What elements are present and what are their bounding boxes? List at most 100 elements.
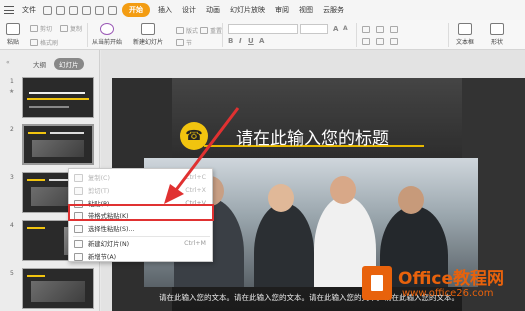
- thumb-title-line: [50, 132, 84, 134]
- format-painter-button[interactable]: 格式刷: [30, 38, 58, 47]
- slide-thumbnail[interactable]: [22, 77, 94, 118]
- thumb-line: [29, 106, 69, 108]
- ribbon-divider: [87, 23, 88, 47]
- slide-thumbnail[interactable]: [22, 268, 94, 309]
- textbox-label: 文本框: [456, 39, 475, 46]
- tab-view[interactable]: 视图: [294, 5, 318, 15]
- number-list-icon: [376, 26, 384, 33]
- new-slide-label: 新建幻灯片: [133, 39, 164, 46]
- tab-outline[interactable]: 大纲: [28, 58, 51, 70]
- new-slide-button[interactable]: 新建幻灯片: [133, 23, 163, 46]
- watermark-url: www.office26.com: [402, 288, 494, 299]
- bold-icon[interactable]: B: [228, 37, 233, 45]
- font-color-icon[interactable]: A: [259, 37, 264, 45]
- slide-number: 4: [10, 222, 14, 229]
- preview-icon[interactable]: [82, 5, 91, 15]
- office-logo-icon: [362, 266, 392, 300]
- copy-icon: [74, 173, 83, 182]
- menu-item-cut[interactable]: 剪切(T) Ctrl+X: [69, 184, 214, 197]
- menu-item-new-slide[interactable]: 新建幻灯片(N) Ctrl+M: [69, 237, 214, 250]
- paste-button[interactable]: 粘贴: [6, 23, 20, 46]
- new-section-icon: [74, 252, 83, 261]
- paste-special-icon: [74, 224, 83, 233]
- copy-icon: [60, 25, 68, 32]
- undo-icon[interactable]: [95, 5, 104, 15]
- person-head: [398, 186, 424, 214]
- print-icon[interactable]: [69, 5, 78, 15]
- menu-icon[interactable]: [4, 6, 14, 14]
- font-name-dropdown[interactable]: [228, 24, 298, 34]
- paste-icon: [6, 23, 20, 35]
- menu-item-copy[interactable]: 复制(C) Ctrl+C: [69, 171, 214, 184]
- indent-icon: [390, 26, 398, 33]
- play-from-current-button[interactable]: 从当前开始: [92, 23, 122, 46]
- slide-number: 1: [10, 78, 14, 85]
- textbox-icon: [458, 23, 472, 35]
- tab-slides[interactable]: 幻灯片: [54, 58, 84, 70]
- reset-button[interactable]: 重置: [200, 26, 222, 35]
- align-center-button[interactable]: [376, 38, 386, 45]
- indent-button[interactable]: [390, 26, 400, 33]
- shape-label: 形状: [490, 39, 503, 46]
- bullet-list-button[interactable]: [362, 26, 372, 33]
- thumb-accent: [27, 227, 45, 229]
- tab-review[interactable]: 审阅: [270, 5, 294, 15]
- font-size-dropdown[interactable]: [300, 24, 328, 34]
- menu-item-paste-special[interactable]: 选择性粘贴(S)...: [69, 222, 214, 235]
- decrease-font-icon[interactable]: A: [343, 25, 348, 32]
- tab-slideshow[interactable]: 幻灯片放映: [225, 5, 270, 15]
- save-icon[interactable]: [56, 5, 65, 15]
- number-list-button[interactable]: [376, 26, 386, 33]
- slide-number: 5: [10, 270, 14, 277]
- menu-bar: 文件 开始 插入 设计 动画 幻灯片放映 审阅 视图 云服务: [0, 0, 525, 20]
- align-left-button[interactable]: [362, 38, 372, 45]
- slide-number: 3: [10, 174, 14, 181]
- copy-button[interactable]: 复制: [60, 24, 82, 33]
- menu-item-shortcut: Ctrl+M: [184, 240, 206, 247]
- file-menu[interactable]: 文件: [17, 5, 41, 15]
- copy-label: 复制: [70, 26, 83, 33]
- section-button[interactable]: 节: [176, 38, 192, 47]
- new-slide-icon: [74, 239, 83, 248]
- person-head: [268, 184, 294, 212]
- underline-icon[interactable]: U: [248, 37, 254, 45]
- italic-icon[interactable]: I: [239, 37, 242, 45]
- ribbon-divider: [356, 23, 357, 47]
- cut-button[interactable]: 剪切: [30, 24, 52, 33]
- thumb-photo: [32, 140, 84, 157]
- align-right-icon: [390, 38, 398, 45]
- menu-item-label: 复制(C): [88, 175, 110, 182]
- watermark: Office教程网 www.office26.com: [362, 262, 522, 308]
- tab-home[interactable]: 开始: [122, 3, 150, 17]
- slide-thumbnail[interactable]: [22, 124, 94, 165]
- menu-item-label: 新增节(A): [88, 254, 117, 261]
- folder-icon[interactable]: [43, 5, 52, 15]
- new-slide-icon: [141, 23, 155, 35]
- watermark-title: Office教程网: [398, 269, 505, 289]
- textbox-button[interactable]: 文本框: [456, 23, 474, 46]
- thumb-accent: [27, 98, 89, 100]
- layout-button[interactable]: 版式: [176, 26, 198, 35]
- panel-tabs: 大纲 幻灯片: [28, 58, 87, 70]
- tab-animation[interactable]: 动画: [201, 5, 225, 15]
- menu-item-label: 选择性粘贴(S)...: [88, 226, 135, 233]
- menu-item-new-section[interactable]: 新增节(A): [69, 250, 214, 263]
- paste-label: 粘贴: [6, 39, 19, 46]
- collapse-panel-icon[interactable]: «: [6, 59, 10, 66]
- align-right-button[interactable]: [390, 38, 400, 45]
- tab-cloud[interactable]: 云服务: [318, 5, 349, 15]
- slide-title[interactable]: 请在此输入您的标题: [236, 124, 389, 149]
- bullet-list-icon: [362, 26, 370, 33]
- person-head: [330, 176, 356, 204]
- tab-design[interactable]: 设计: [177, 5, 201, 15]
- redo-icon[interactable]: [108, 5, 117, 15]
- increase-font-icon[interactable]: A: [333, 25, 338, 33]
- shape-button[interactable]: 形状: [490, 23, 504, 46]
- reset-label: 重置: [210, 28, 223, 35]
- tab-insert[interactable]: 插入: [153, 5, 177, 15]
- menu-item-label: 剪切(T): [88, 188, 110, 195]
- thumb-title-line: [29, 92, 85, 94]
- thumb-accent: [27, 179, 45, 181]
- scissors-icon: [30, 25, 38, 32]
- format-painter-label: 格式刷: [40, 40, 59, 47]
